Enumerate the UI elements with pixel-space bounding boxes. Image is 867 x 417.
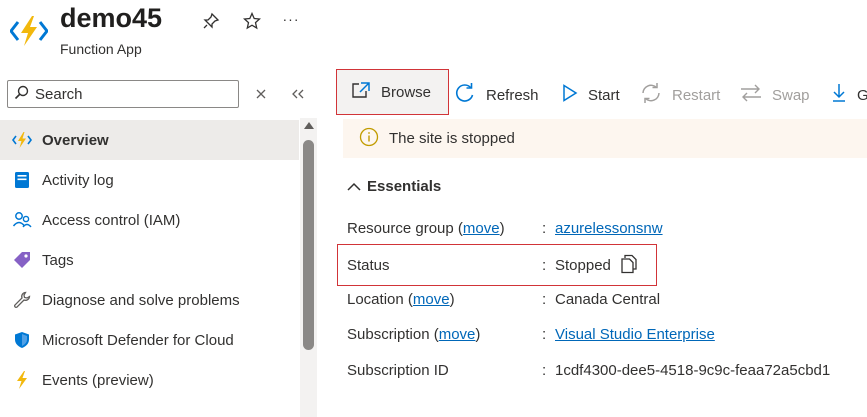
tag-icon bbox=[12, 250, 32, 270]
subscription-id-value: 1cdf4300-dee5-4518-9c9c-feaa72a5cbd1 bbox=[555, 362, 831, 379]
star-icon[interactable] bbox=[241, 10, 263, 32]
separator-colon: : bbox=[542, 326, 547, 343]
separator-colon: : bbox=[542, 220, 547, 237]
subscription-id-label: Subscription ID bbox=[347, 362, 449, 379]
separator-colon: : bbox=[542, 291, 547, 308]
sidebar-item-overview[interactable]: Overview bbox=[0, 120, 299, 160]
search-icon bbox=[8, 85, 29, 104]
search-input[interactable] bbox=[35, 85, 225, 103]
page-subtitle: Function App bbox=[60, 41, 142, 57]
sidebar-item-tags[interactable]: Tags bbox=[0, 240, 299, 280]
status-value: Stopped bbox=[555, 257, 611, 274]
subscription-label: Subscription (move) bbox=[347, 326, 481, 343]
chevron-up-icon bbox=[347, 182, 361, 192]
location-label: Location (move) bbox=[347, 291, 455, 308]
copy-icon[interactable] bbox=[620, 254, 638, 278]
sidebar-item-label: Diagnose and solve problems bbox=[42, 291, 240, 309]
sidebar-item-access-control[interactable]: Access control (IAM) bbox=[0, 200, 299, 240]
page-title: demo45 bbox=[60, 3, 163, 33]
refresh-label: Refresh bbox=[486, 86, 539, 104]
browse-label: Browse bbox=[381, 83, 432, 101]
get-publish-profile-label: G bbox=[857, 86, 867, 104]
move-location-link[interactable]: move bbox=[413, 291, 450, 308]
play-icon bbox=[562, 84, 588, 106]
collapse-sidebar-icon[interactable] bbox=[288, 84, 308, 104]
refresh-icon bbox=[454, 82, 486, 108]
search-box[interactable] bbox=[7, 80, 239, 108]
get-publish-profile-button[interactable]: G bbox=[831, 79, 867, 111]
clear-search-icon[interactable] bbox=[251, 84, 271, 104]
sidebar-item-label: Tags bbox=[42, 251, 74, 269]
scrollbar-thumb[interactable] bbox=[303, 140, 314, 350]
status-label: Status bbox=[347, 257, 390, 274]
open-in-new-icon bbox=[351, 81, 381, 103]
shield-icon bbox=[12, 330, 32, 350]
resource-group-label: Resource group (move) bbox=[347, 220, 505, 237]
info-icon bbox=[359, 127, 389, 151]
sidebar-item-label: Microsoft Defender for Cloud bbox=[42, 331, 234, 349]
sidebar-item-label: Activity log bbox=[42, 171, 114, 189]
refresh-button[interactable]: Refresh bbox=[454, 79, 539, 111]
more-options-button[interactable]: ··· bbox=[280, 8, 302, 30]
restart-icon bbox=[640, 82, 672, 108]
restart-button[interactable]: Restart bbox=[640, 79, 720, 111]
essentials-heading: Essentials bbox=[367, 178, 442, 195]
sidebar-item-label: Access control (IAM) bbox=[42, 211, 181, 229]
sidebar-item-label: Overview bbox=[42, 131, 109, 149]
move-subscription-link[interactable]: move bbox=[439, 326, 476, 343]
pin-icon[interactable] bbox=[200, 10, 222, 32]
sidebar-item-diagnose[interactable]: Diagnose and solve problems bbox=[0, 280, 299, 320]
download-icon bbox=[831, 83, 857, 107]
lightning-icon bbox=[12, 370, 32, 390]
subscription-link[interactable]: Visual Studio Enterprise bbox=[555, 326, 715, 343]
sidebar-item-activity-log[interactable]: Activity log bbox=[0, 160, 299, 200]
site-stopped-notification: The site is stopped bbox=[343, 119, 867, 158]
sidebar-item-label: Events (preview) bbox=[42, 371, 154, 389]
sidebar-item-events[interactable]: Events (preview) bbox=[0, 360, 299, 400]
scroll-up-arrow-icon[interactable] bbox=[304, 122, 314, 129]
wrench-icon bbox=[12, 290, 32, 310]
sidebar-item-defender[interactable]: Microsoft Defender for Cloud bbox=[0, 320, 299, 360]
resource-group-link[interactable]: azurelessonsnw bbox=[555, 220, 663, 237]
swap-button[interactable]: Swap bbox=[740, 79, 810, 111]
function-app-icon bbox=[9, 12, 49, 50]
location-value: Canada Central bbox=[555, 291, 661, 308]
people-icon bbox=[12, 210, 32, 230]
function-bolt-icon bbox=[12, 130, 32, 150]
separator-colon: : bbox=[542, 257, 547, 274]
start-label: Start bbox=[588, 86, 620, 104]
restart-label: Restart bbox=[672, 86, 721, 104]
activity-log-icon bbox=[12, 170, 32, 190]
notification-text: The site is stopped bbox=[389, 130, 515, 147]
move-resource-group-link[interactable]: move bbox=[463, 220, 500, 237]
separator-colon: : bbox=[542, 362, 547, 379]
swap-label: Swap bbox=[772, 86, 810, 104]
browse-button[interactable]: Browse bbox=[336, 69, 449, 115]
swap-icon bbox=[740, 84, 772, 106]
start-button[interactable]: Start bbox=[562, 79, 620, 111]
essentials-toggle[interactable]: Essentials bbox=[347, 178, 441, 195]
